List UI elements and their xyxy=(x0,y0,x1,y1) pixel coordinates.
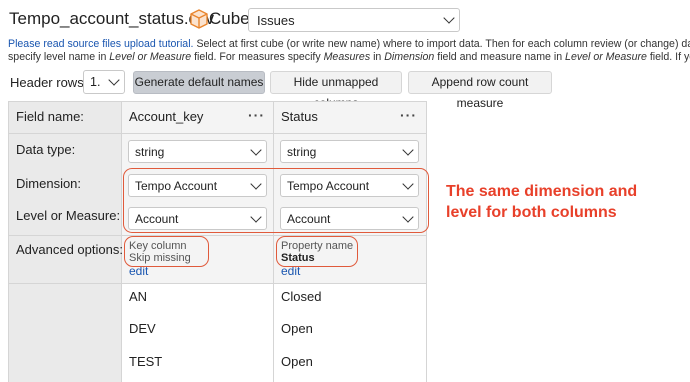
help-line2-e: in xyxy=(370,50,385,63)
tutorial-link[interactable]: Please read source files upload tutorial… xyxy=(8,38,194,50)
data-type-value: string xyxy=(287,145,317,159)
chevron-down-icon xyxy=(402,143,414,156)
file-name: Tempo_account_status.csv xyxy=(9,9,215,28)
data-type-select[interactable]: string xyxy=(128,140,267,163)
advanced-options-label: Advanced options: xyxy=(16,242,123,257)
cube-icon xyxy=(190,9,208,29)
highlight-key-options xyxy=(124,236,209,267)
data-cell: DEV xyxy=(129,321,156,336)
column-name-status: Status xyxy=(281,109,318,124)
help-line2-i: field. If you xyxy=(649,50,690,63)
append-row-count-button[interactable]: Append row count measure xyxy=(408,71,552,110)
data-cell: Closed xyxy=(281,289,322,304)
highlight-property-options xyxy=(276,236,358,267)
data-type-label: Data type: xyxy=(16,142,76,157)
highlight-dimension-level xyxy=(123,168,429,233)
level-measure-label: Level or Measure: xyxy=(16,208,121,223)
annotation-line2: level for both columns xyxy=(446,204,617,221)
column-menu-icon[interactable]: ··· xyxy=(400,107,417,123)
help-line2-b: Level or Measure xyxy=(109,50,192,63)
column-menu-icon[interactable]: ··· xyxy=(248,107,265,123)
chevron-down-icon xyxy=(108,74,120,86)
annotation-text: The same dimension and level for both co… xyxy=(446,181,676,223)
help-line1: Select at first cube (or write new name)… xyxy=(193,38,690,50)
dimension-label: Dimension: xyxy=(16,176,82,191)
help-line2-h: Level or Measure xyxy=(565,50,647,63)
help-line2-c: field. For measures specify xyxy=(191,50,324,63)
chevron-down-icon xyxy=(250,143,262,156)
data-type-value: string xyxy=(135,145,165,159)
help-line2-g: field and measure name in xyxy=(434,50,566,63)
column-name-account-key: Account_key xyxy=(129,109,204,124)
help-line2-a: specify level name in xyxy=(8,50,110,63)
header-rows-label: Header rows xyxy=(10,75,84,90)
help-text: Please read source files upload tutorial… xyxy=(8,38,690,63)
data-cell: Open xyxy=(281,354,313,369)
cube-select-value: Issues xyxy=(257,13,295,28)
data-type-select[interactable]: string xyxy=(280,140,419,163)
header-rows-value: 1. xyxy=(90,75,101,89)
field-name-label: Field name: xyxy=(16,109,84,124)
help-line2-d: Measures xyxy=(323,50,371,63)
help-line2-f: Dimension xyxy=(384,50,435,63)
annotation-line1: The same dimension and xyxy=(446,183,638,200)
data-cell: AN xyxy=(129,289,148,304)
data-cell: TEST xyxy=(129,354,163,369)
data-rows-area xyxy=(122,283,427,382)
chevron-down-icon xyxy=(443,12,455,24)
data-cell: Open xyxy=(281,321,313,336)
cube-select[interactable]: Issues xyxy=(248,8,460,32)
hide-unmapped-columns-button[interactable]: Hide unmapped columns xyxy=(270,71,402,110)
generate-default-names-button[interactable]: Generate default names xyxy=(133,71,265,94)
header-rows-select[interactable]: 1. xyxy=(83,70,125,94)
